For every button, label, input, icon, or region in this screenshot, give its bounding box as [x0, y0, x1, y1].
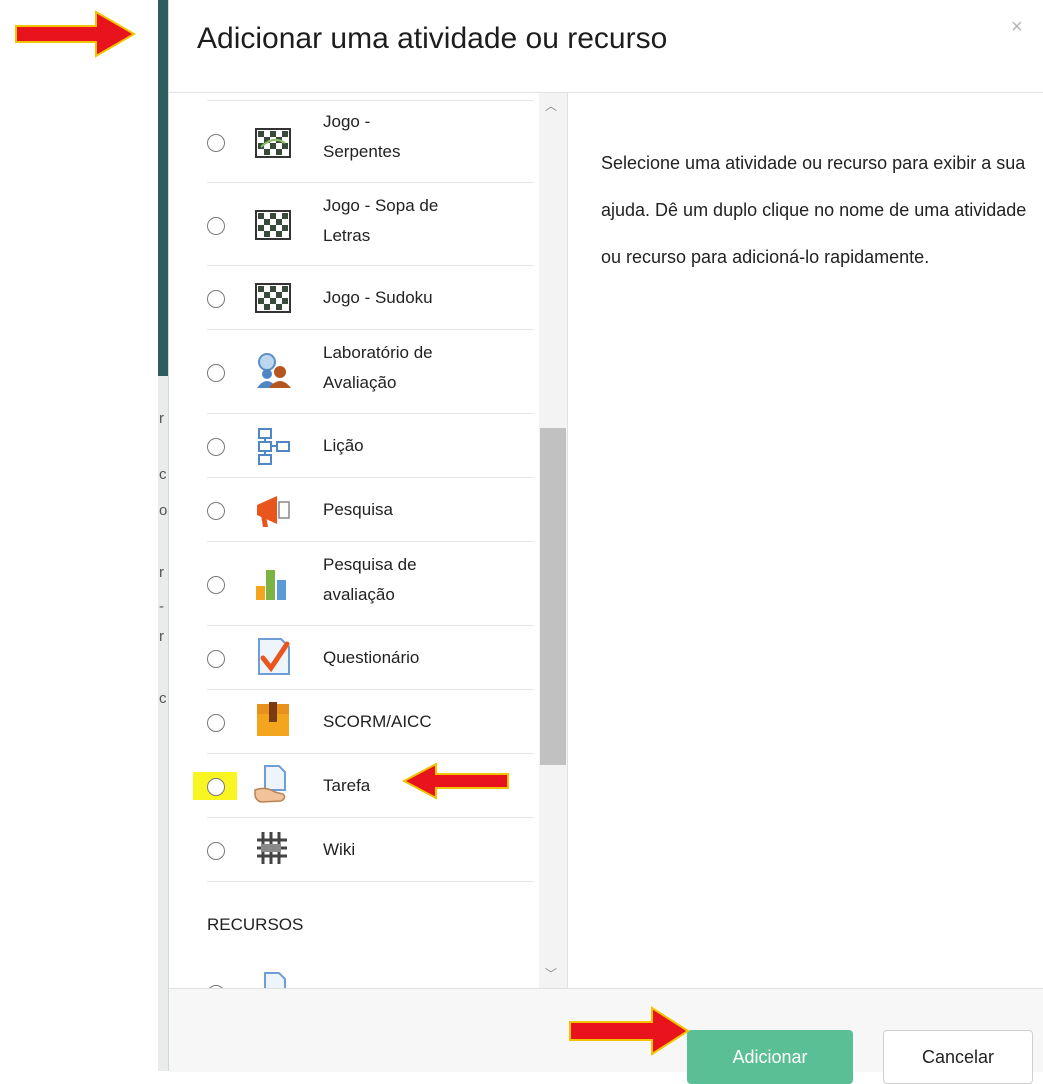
option-row-pesquisa[interactable]: Pesquisa	[207, 477, 534, 542]
section-heading-resources: RECURSOS	[207, 915, 304, 934]
background-text: c	[159, 690, 167, 707]
activity-options-list: Jogo - Serpentes Jogo - Sopa de Letras J…	[169, 93, 568, 989]
background-text: r	[159, 628, 164, 645]
radio-button[interactable]	[207, 842, 225, 860]
option-label: Pesquisa de avaliação	[323, 555, 417, 604]
option-label: Questionário	[323, 648, 420, 667]
option-row-jogo-serpentes[interactable]: Jogo - Serpentes	[207, 100, 534, 183]
radio-button[interactable]	[207, 438, 225, 456]
radio-button[interactable]	[207, 576, 225, 594]
scroll-thumb[interactable]	[540, 428, 566, 765]
snakes-game-icon	[255, 128, 291, 158]
option-label: Laboratório de Avaliação	[323, 343, 433, 392]
option-row-laboratorio-de-avaliacao[interactable]: Laboratório de Avaliação	[207, 329, 534, 414]
file-icon	[264, 972, 286, 989]
list-divider	[207, 881, 534, 883]
background-text: r	[159, 564, 164, 581]
option-row-jogo-sopa-de-letras[interactable]: Jogo - Sopa de Letras	[207, 182, 534, 266]
wiki-icon	[257, 832, 287, 864]
radio-button[interactable]	[207, 502, 225, 520]
scorm-package-icon	[257, 702, 289, 736]
scroll-down-icon[interactable]: ﹀	[545, 965, 557, 982]
cancel-button[interactable]: Cancelar	[883, 1030, 1033, 1084]
list-scrollbar[interactable]: ︿ ﹀	[539, 93, 567, 989]
scroll-up-icon[interactable]: ︿	[545, 97, 557, 114]
option-row-pesquisa-de-avaliacao[interactable]: Pesquisa de avaliação	[207, 541, 534, 626]
sudoku-game-icon	[255, 283, 291, 313]
option-row-scorm-aicc[interactable]: SCORM/AICC	[207, 689, 534, 754]
background-text: r	[159, 410, 164, 427]
option-label: Pesquisa	[323, 500, 393, 519]
assignment-icon	[254, 765, 286, 803]
radio-button[interactable]	[207, 217, 225, 235]
add-activity-dialog: Adicionar uma atividade ou recurso × Jog…	[168, 0, 1043, 1084]
megaphone-icon	[257, 496, 290, 527]
quiz-icon	[258, 638, 290, 675]
radio-button[interactable]	[207, 364, 225, 382]
option-row-jogo-sudoku[interactable]: Jogo - Sudoku	[207, 265, 534, 330]
close-icon[interactable]: ×	[1011, 16, 1023, 39]
dialog-header: Adicionar uma atividade ou recurso ×	[169, 0, 1043, 93]
background-text: -	[159, 598, 164, 615]
option-label: Jogo - Serpentes	[323, 112, 401, 161]
annotation-arrow-title	[15, 10, 136, 58]
option-row-questionario[interactable]: Questionário	[207, 625, 534, 690]
annotation-arrow-tarefa	[401, 762, 509, 800]
workshop-icon	[257, 353, 291, 388]
add-button[interactable]: Adicionar	[687, 1030, 853, 1084]
annotation-arrow-add	[569, 1006, 690, 1056]
option-label: Wiki	[323, 840, 356, 859]
background-text: o	[159, 502, 168, 519]
radio-button[interactable]	[207, 134, 225, 152]
dialog-title: Adicionar uma atividade ou recurso	[197, 22, 668, 55]
lesson-icon	[258, 428, 290, 465]
radio-button[interactable]	[207, 290, 225, 308]
help-text: Selecione uma atividade ou recurso para …	[601, 153, 1027, 267]
option-row-wiki[interactable]: Wiki	[207, 817, 534, 882]
radio-button[interactable]	[207, 714, 225, 732]
radio-button[interactable]	[207, 650, 225, 668]
option-label: Jogo - Sudoku	[323, 288, 433, 307]
option-row-licao[interactable]: Lição	[207, 413, 534, 478]
radio-button[interactable]	[207, 778, 225, 796]
word-search-game-icon	[255, 210, 291, 240]
bar-chart-icon	[256, 570, 286, 600]
background-text: c	[159, 466, 167, 483]
option-label: Jogo - Sopa de Letras	[323, 196, 439, 245]
option-label: Lição	[323, 436, 364, 455]
option-label: SCORM/AICC	[323, 712, 432, 731]
